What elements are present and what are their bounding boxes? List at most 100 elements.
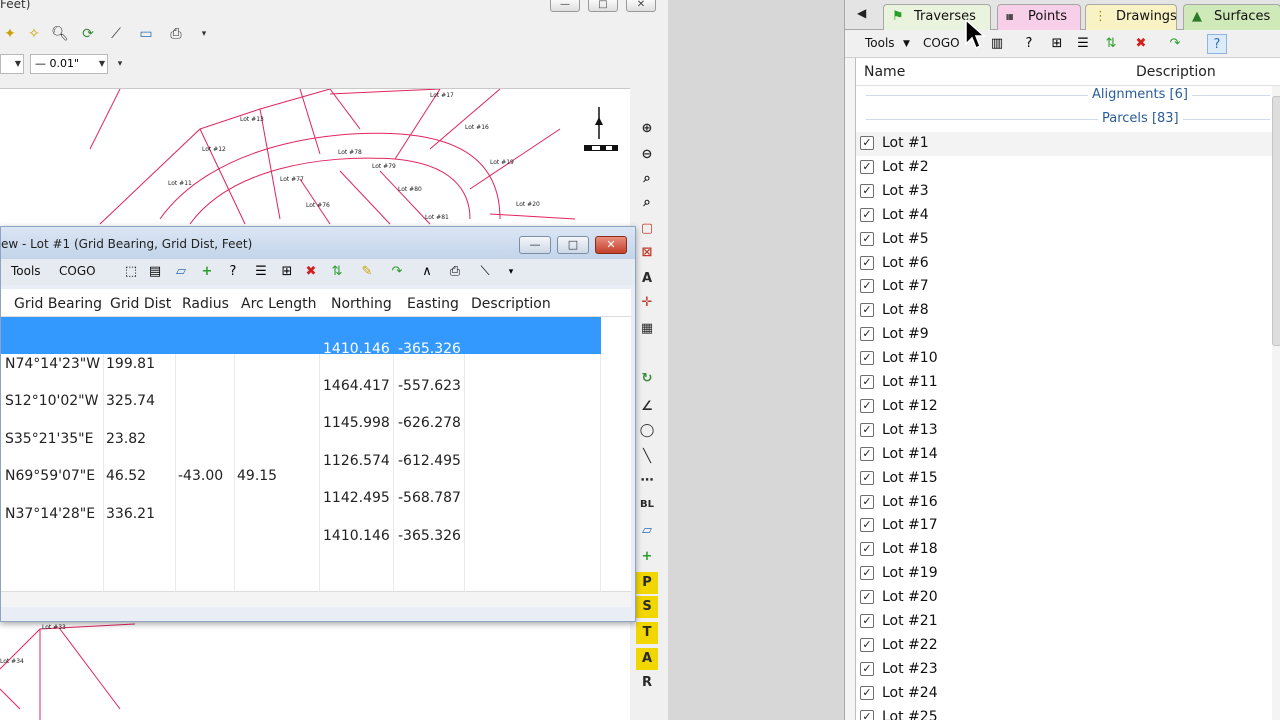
table-row[interactable]: N37°14'28"E 336.21 1410.146 -365.326 [1,504,601,544]
help-icon[interactable]: ? [1207,34,1227,54]
col-radius[interactable]: Radius [182,296,229,312]
query-icon[interactable]: ? [223,262,243,282]
checkbox[interactable]: ✓ [860,590,874,605]
zoom-in-icon[interactable]: ⊕ [636,118,658,140]
grid-icon[interactable]: ▦ [636,318,658,340]
traverse-list[interactable]: Name Description Alignments [6] Parcels … [855,58,1280,720]
tag-icon[interactable]: ✎ [357,262,377,282]
list-item[interactable]: ✓ Lot #20 [856,586,1272,610]
checkbox[interactable]: ✓ [860,136,874,150]
col-arc-length[interactable]: Arc Length [241,296,316,312]
chevron-down-icon[interactable]: ▼ [903,39,910,49]
angle-icon[interactable]: ∠ [636,396,658,418]
checkbox[interactable]: ✓ [860,614,874,628]
tools-menu[interactable]: Tools [865,36,895,50]
list-item[interactable]: ✓ Lot #9 [856,323,1272,347]
arc-icon[interactable]: ◯ [636,420,658,442]
checkbox[interactable]: ✓ [860,279,874,294]
checkbox[interactable]: ✓ [860,351,874,366]
traverse-horizontal-scrollbar[interactable] [1,591,631,607]
group-alignments[interactable]: Alignments [6] [856,84,1272,108]
list-item[interactable]: ✓ Lot #1 [856,132,1272,156]
checkbox[interactable]: ✓ [860,327,874,342]
list-item[interactable]: ✓ Lot #23 [856,658,1272,682]
tools-menu[interactable]: Tools [11,264,41,278]
checkbox[interactable]: ✓ [860,255,874,270]
toolbar-overflow-icon[interactable]: ▾ [501,262,521,282]
print-icon[interactable]: ⎙ [166,24,186,44]
list-item[interactable]: ✓ Lot #22 [856,634,1272,658]
arc-length-cell[interactable]: 49.15 [237,468,277,484]
checkbox[interactable]: ✓ [860,422,874,437]
window-icon[interactable]: ▭ [136,24,156,44]
bearing-cell[interactable]: S12°10'02"W [5,393,98,409]
list-item[interactable]: ✓ Lot #8 [856,299,1272,323]
report-icon[interactable]: ▤ [145,262,165,282]
list-item[interactable]: ✓ Lot #14 [856,443,1272,467]
list-item[interactable]: ✓ Lot #25 [856,706,1272,720]
checkbox[interactable]: ✓ [860,183,874,198]
radius-cell[interactable]: -43.00 [178,468,223,484]
col-northing[interactable]: Northing [331,296,392,312]
checkbox[interactable]: ✓ [860,542,874,557]
checkbox[interactable]: ✓ [860,159,874,174]
polygon-icon[interactable]: ▱ [636,520,658,542]
traverse-maximize-button[interactable]: □ [557,236,589,254]
toolbar-overflow-icon[interactable]: ▾ [194,24,214,44]
line-width-combo[interactable]: — 0.01" ▼ [30,54,108,74]
print-icon[interactable]: ⎙ [445,262,465,282]
checkbox[interactable]: ✓ [860,685,874,700]
checkbox[interactable]: ✓ [860,709,874,720]
group-parcels[interactable]: Parcels [83] [856,108,1272,132]
col-description[interactable]: Description [1136,64,1216,80]
easting-cell[interactable]: -365.326 [398,528,461,544]
tool-a[interactable]: A [636,648,658,670]
list-item[interactable]: ✓ Lot #3 [856,180,1272,204]
refresh-icon[interactable]: ⟳ [78,24,98,44]
minimize-button[interactable]: — [550,0,580,12]
layer-combo[interactable]: ▼ [0,54,24,74]
list-item[interactable]: ✓ Lot #16 [856,491,1272,515]
checkbox[interactable]: ✓ [860,637,874,652]
cogo-menu[interactable]: COGO [923,36,960,50]
dist-cell[interactable]: 199.81 [106,356,155,372]
list-item[interactable]: ✓ Lot #24 [856,682,1272,706]
traverse-minimize-button[interactable]: — [519,236,551,254]
list-item[interactable]: ✓ Lot #17 [856,514,1272,538]
traverse-grid[interactable]: Grid Bearing Grid Dist Radius Arc Length… [1,289,631,591]
tool-s[interactable]: S [636,596,658,618]
scrollbar-thumb[interactable] [1272,96,1280,346]
col-easting[interactable]: Easting [407,296,459,312]
list-item[interactable]: ✓ Lot #5 [856,228,1272,252]
line-draw-icon[interactable]: ╲ [636,446,658,468]
crosshair-icon[interactable]: ✛ [636,292,658,314]
text-icon[interactable]: A [636,268,658,290]
close-button[interactable]: ✕ [626,0,656,12]
table-row-selected[interactable]: 1410.146 -365.326 [1,317,601,357]
add-icon[interactable]: + [197,262,217,282]
binoculars-icon[interactable]: ⊞ [1047,34,1067,54]
table-row[interactable]: N74°14'23"W 199.81 1464.417 -557.623 [1,354,601,394]
list-item[interactable]: ✓ Lot #21 [856,610,1272,634]
table-row[interactable]: S35°21'35"E 23.82 1126.574 -612.495 [1,429,601,469]
list-item[interactable]: ✓ Lot #2 [856,156,1272,180]
checkbox[interactable]: ✓ [860,661,874,676]
dotted-line-icon[interactable]: ⋯ [636,470,658,492]
list-icon[interactable]: ☰ [1073,34,1093,54]
line-tool-icon[interactable]: ⟍ [475,262,495,282]
dist-cell[interactable]: 336.21 [106,506,155,522]
redo-icon[interactable]: ↷ [387,262,407,282]
sort-icon[interactable]: ⇅ [327,262,347,282]
zoom-out-icon[interactable]: ⊖ [636,144,658,166]
delete-icon[interactable]: ✖ [301,262,321,282]
checkbox[interactable]: ✓ [860,375,874,389]
bearing-cell[interactable]: N69°59'07"E [5,468,95,484]
tool-r[interactable]: R [636,672,658,694]
list-vertical-scrollbar[interactable] [1272,86,1280,720]
chart-icon[interactable]: ⬚ [121,262,141,282]
checkbox[interactable]: ✓ [860,231,874,246]
sort-icon[interactable]: ⇅ [1101,34,1121,54]
checkbox[interactable]: ✓ [860,398,874,413]
checkbox[interactable]: ✓ [860,494,874,509]
list-item[interactable]: ✓ Lot #19 [856,562,1272,586]
